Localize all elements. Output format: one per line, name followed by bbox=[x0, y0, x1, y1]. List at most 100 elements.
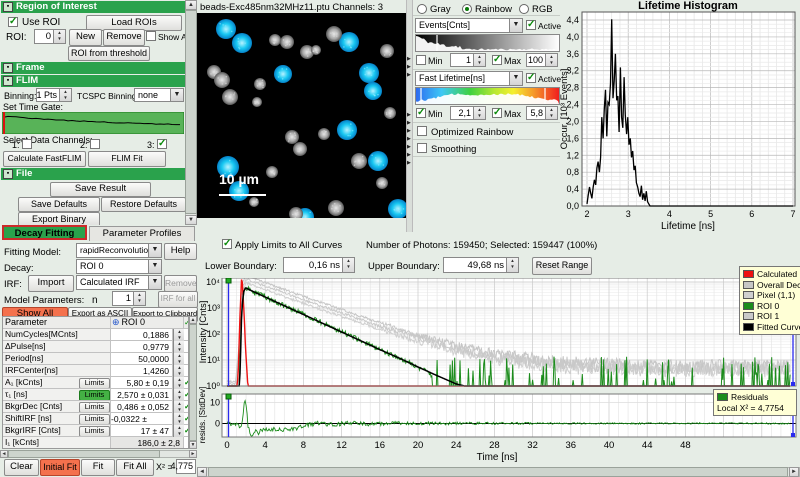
limits-button[interactable]: Limits bbox=[79, 402, 110, 413]
splitter-arrow-icon[interactable]: ▶ bbox=[407, 144, 411, 150]
chevron-down-icon[interactable]: ▼ bbox=[148, 276, 161, 289]
irf-for-all-button[interactable]: IRF for all bbox=[158, 291, 198, 308]
smoothing-checkbox[interactable] bbox=[417, 143, 427, 153]
tab-decay-fitting[interactable]: Decay Fitting bbox=[2, 225, 87, 240]
spinner-arrows-icon[interactable] bbox=[506, 258, 518, 272]
splitter-arrow-icon[interactable]: ▶ bbox=[407, 128, 411, 134]
collapse-icon[interactable]: ▪ bbox=[3, 76, 13, 86]
param-value[interactable]: 5,80 ± 0,19 bbox=[127, 378, 169, 388]
lifetime-gradient-bar[interactable] bbox=[415, 87, 560, 105]
irf-import-button[interactable]: Import bbox=[28, 275, 74, 292]
tab-parameter-profiles[interactable]: Parameter Profiles bbox=[89, 226, 195, 241]
save-result-button[interactable]: Save Result bbox=[50, 182, 151, 197]
spinner-arrows-icon[interactable] bbox=[342, 258, 354, 272]
irf-remove-button[interactable]: Remove bbox=[164, 275, 197, 292]
splitter-arrow-icon[interactable]: ▶ bbox=[407, 136, 411, 142]
roi-number-stepper[interactable]: 0 bbox=[34, 29, 66, 44]
boundary-handle[interactable] bbox=[226, 278, 231, 283]
reset-range-button[interactable]: Reset Range bbox=[532, 257, 592, 275]
collapse-icon[interactable]: ▪ bbox=[3, 169, 13, 179]
new-roi-button[interactable]: New bbox=[69, 29, 102, 46]
spinner-arrows-icon[interactable] bbox=[545, 107, 557, 119]
remove-roi-button[interactable]: Remove bbox=[103, 29, 145, 46]
fit-all-button[interactable]: Fit All bbox=[116, 459, 154, 476]
chevron-down-icon[interactable]: ▼ bbox=[148, 260, 161, 273]
scroll-down-icon[interactable]: ▼ bbox=[185, 215, 197, 225]
clear-button[interactable]: Clear bbox=[4, 459, 39, 476]
restore-defaults-button[interactable]: Restore Defaults bbox=[101, 197, 186, 212]
optimized-rainbow-checkbox[interactable] bbox=[417, 126, 427, 136]
collapse-icon[interactable]: ▪ bbox=[3, 2, 13, 12]
scrollbar-thumb[interactable] bbox=[208, 467, 788, 477]
export-binary-button[interactable]: Export Binary bbox=[18, 212, 100, 225]
spinner-arrows-icon[interactable] bbox=[473, 54, 485, 66]
events-min-stepper[interactable]: 1 bbox=[450, 53, 486, 67]
param-value[interactable]: 0,486 ± 0,052 bbox=[117, 402, 169, 412]
decay-dropdown[interactable]: ROI 0▼ bbox=[76, 259, 162, 274]
channel-checkbox[interactable] bbox=[90, 139, 100, 149]
time-gate-plot[interactable] bbox=[2, 112, 184, 134]
splitter-arrow-icon[interactable]: ▶ bbox=[407, 72, 411, 78]
spinner-arrows-icon[interactable] bbox=[59, 89, 71, 101]
roi-threshold-button[interactable]: ROI from threshold bbox=[68, 46, 150, 61]
splitter-arrow-icon[interactable]: ▶ bbox=[407, 160, 411, 166]
param-value[interactable]: 0,9779 bbox=[143, 342, 169, 352]
scroll-left-icon[interactable]: ◄ bbox=[0, 450, 8, 458]
limits-button[interactable]: Limits bbox=[79, 390, 110, 401]
splitter-arrow-icon[interactable]: ▶ bbox=[407, 152, 411, 158]
param-value[interactable]: -0,0322 ± 0,0076 bbox=[111, 414, 169, 425]
lifetime-max-stepper[interactable]: 5,8 bbox=[526, 106, 558, 120]
fit-button[interactable]: Fit bbox=[81, 459, 115, 476]
limits-button[interactable]: Limits bbox=[79, 414, 110, 425]
initial-fit-button[interactable]: Initial Fit bbox=[40, 459, 80, 476]
chevron-down-icon[interactable]: ▼ bbox=[148, 244, 161, 257]
flim-image[interactable]: 10 µm bbox=[197, 13, 406, 218]
rgb-radio[interactable] bbox=[519, 4, 529, 14]
limits-button[interactable]: Limits bbox=[79, 426, 110, 437]
events-channel-dropdown[interactable]: Events[Cnts]▼ bbox=[415, 18, 523, 33]
calc-fastflim-button[interactable]: Calculate FastFLIM bbox=[3, 151, 86, 167]
scroll-right-icon[interactable]: ► bbox=[189, 450, 197, 458]
lifetime-max-checkbox[interactable] bbox=[492, 108, 502, 118]
upper-boundary-input[interactable]: 49,68 ns bbox=[443, 257, 519, 273]
splitter-arrow-icon[interactable]: ▶ bbox=[407, 56, 411, 62]
channel-checkbox[interactable] bbox=[22, 139, 32, 149]
lifetime-min-checkbox[interactable] bbox=[416, 108, 426, 118]
rainbow-radio[interactable] bbox=[462, 4, 472, 14]
use-roi-checkbox[interactable] bbox=[8, 17, 18, 27]
globe-icon[interactable]: ⊕ bbox=[111, 317, 120, 327]
scroll-right-icon[interactable]: ► bbox=[789, 467, 799, 477]
scroll-down-icon[interactable]: ▼ bbox=[189, 441, 197, 449]
scrollbar-thumb[interactable] bbox=[185, 10, 197, 214]
scroll-up-icon[interactable]: ▲ bbox=[189, 316, 197, 324]
n-stepper[interactable]: 1 bbox=[112, 291, 146, 306]
lifetime-min-stepper[interactable]: 2,1 bbox=[450, 106, 486, 120]
scroll-left-icon[interactable]: ◄ bbox=[197, 467, 207, 477]
scrollbar-thumb[interactable] bbox=[8, 450, 160, 458]
limits-button[interactable]: Limits bbox=[79, 378, 110, 389]
chevron-down-icon[interactable]: ▼ bbox=[170, 89, 183, 101]
splitter-arrow-icon[interactable]: ▶ bbox=[407, 64, 411, 70]
chevron-down-icon[interactable]: ▼ bbox=[509, 72, 522, 85]
spinner-arrows-icon[interactable] bbox=[473, 107, 485, 119]
lifetime-channel-dropdown[interactable]: Fast Lifetime[ns]▼ bbox=[415, 71, 523, 86]
scroll-up-icon[interactable]: ▲ bbox=[185, 0, 197, 10]
param-value[interactable]: 17 ± 47 bbox=[141, 426, 169, 436]
channel-checkbox[interactable] bbox=[157, 139, 167, 149]
splitter-arrow-icon[interactable]: ▶ bbox=[407, 120, 411, 126]
events-min-checkbox[interactable] bbox=[416, 55, 426, 65]
tcspc-binning-dropdown[interactable]: none▼ bbox=[134, 88, 184, 102]
collapse-icon[interactable]: ▪ bbox=[3, 63, 13, 73]
lifetime-active-checkbox[interactable] bbox=[526, 73, 536, 83]
events-max-stepper[interactable]: 100 bbox=[526, 53, 558, 67]
events-active-checkbox[interactable] bbox=[526, 20, 536, 30]
spinner-arrows-icon[interactable] bbox=[133, 292, 145, 305]
help-button[interactable]: Help bbox=[164, 243, 197, 260]
param-value[interactable]: 0,1886 bbox=[143, 330, 169, 340]
boundary-handle[interactable] bbox=[226, 394, 231, 399]
scrollbar-thumb[interactable] bbox=[189, 324, 197, 441]
binning-stepper[interactable]: 1 Pts bbox=[36, 88, 72, 102]
irf-dropdown[interactable]: Calculated IRF▼ bbox=[76, 275, 162, 290]
apply-limits-checkbox[interactable] bbox=[222, 239, 232, 249]
show-all-checkbox[interactable] bbox=[146, 31, 156, 41]
